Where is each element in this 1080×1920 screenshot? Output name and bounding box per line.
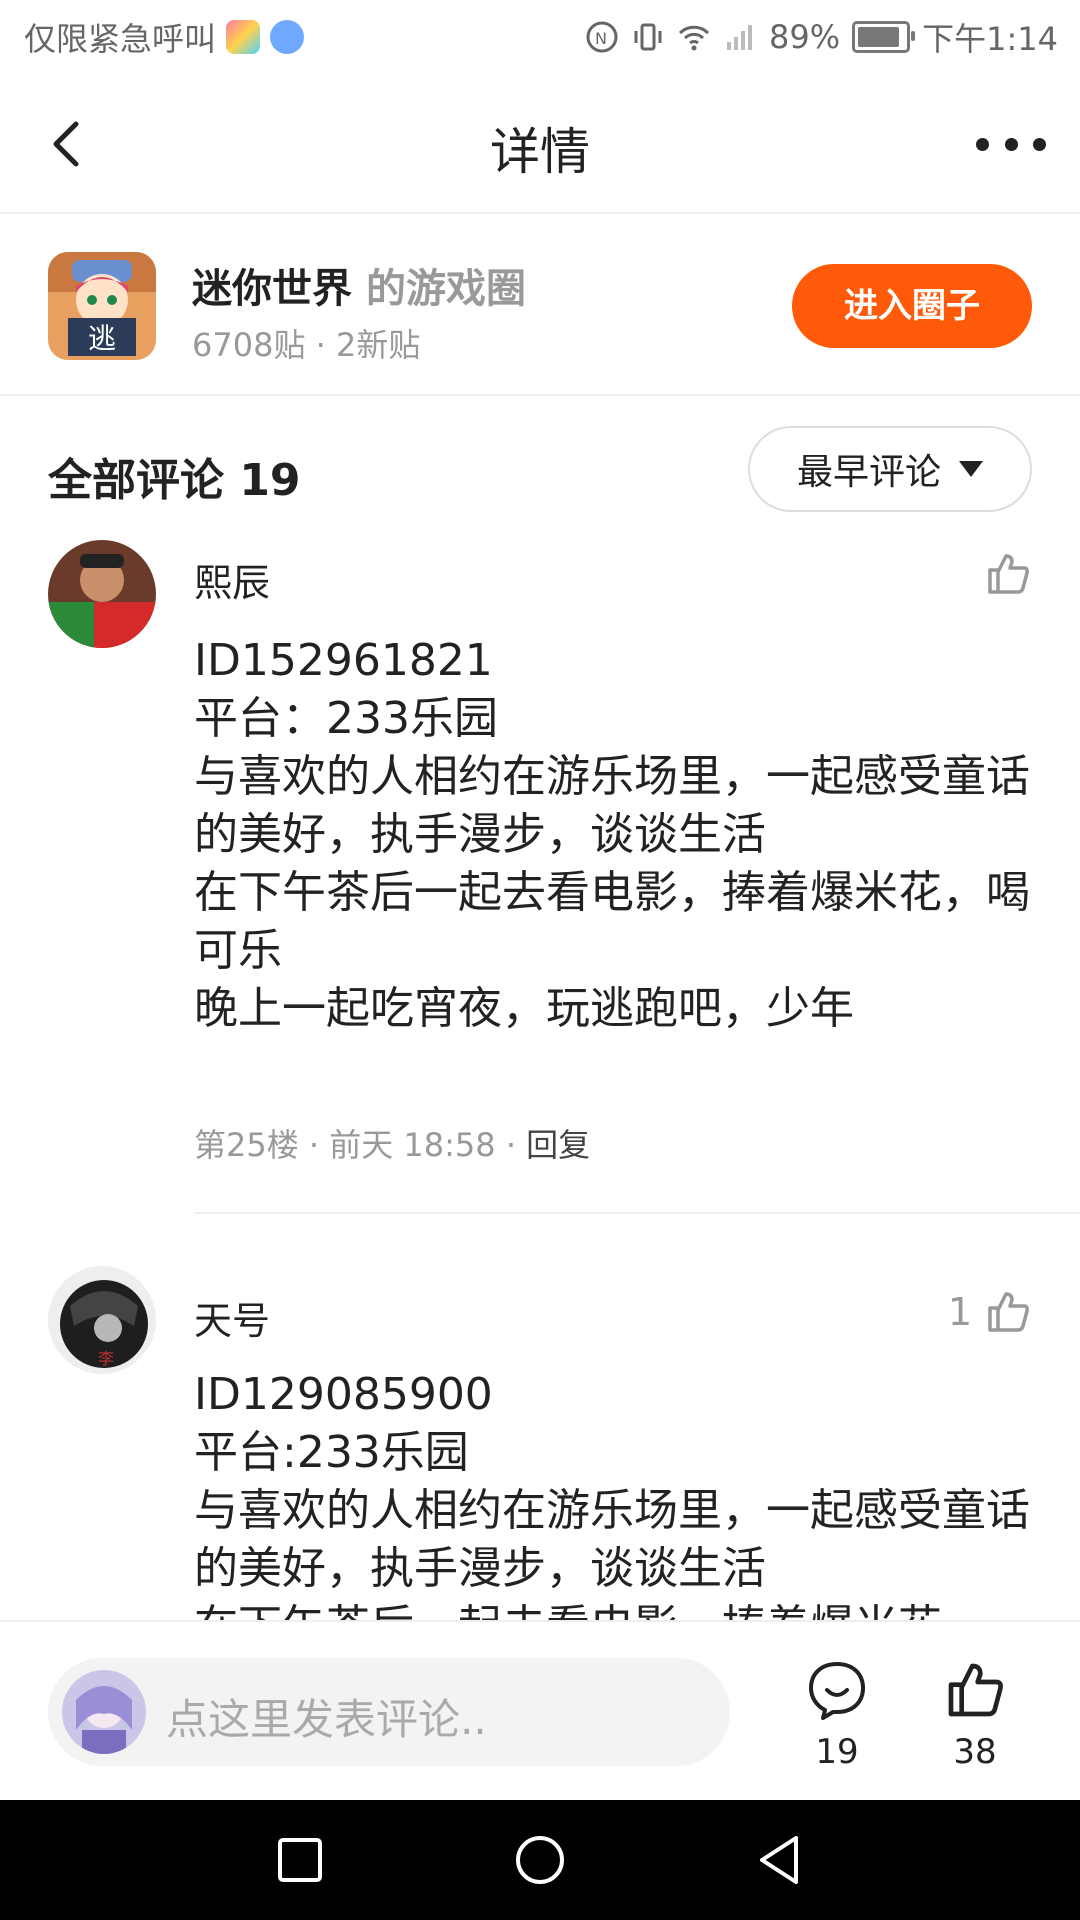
- thumbs-up-icon: [948, 1663, 1003, 1717]
- status-bar: 仅限紧急呼叫 N 89% 下午1:14: [0, 0, 1080, 76]
- wifi-icon: [678, 25, 710, 51]
- vibrate-icon: [634, 23, 662, 51]
- more-dots-icon[interactable]: [976, 124, 1046, 164]
- music-icon: [270, 20, 305, 54]
- game-name: 迷你世界: [192, 266, 352, 312]
- clock: 下午1:14: [922, 20, 1058, 58]
- comments-action[interactable]: 19: [792, 1658, 882, 1772]
- circle-title: 迷你世界 的游戏圈: [192, 256, 526, 314]
- comment-username[interactable]: 天号: [194, 1290, 270, 1345]
- comment-bar: 点这里发表评论.. 19 38: [0, 1620, 1080, 1802]
- comment-item: 熙辰 ID152961821 平台：233乐园 与喜欢的人相约在游乐场里，一起感…: [0, 540, 1080, 1214]
- thumbs-up-icon: [988, 554, 1029, 594]
- divider: [194, 1212, 1080, 1214]
- nfc-icon: N: [586, 21, 618, 53]
- floor-number: 第25楼: [194, 1126, 299, 1164]
- circle-stats: 6708贴 · 2新贴: [192, 326, 421, 364]
- system-nav-bar: [0, 1800, 1080, 1920]
- svg-text:N: N: [595, 29, 607, 48]
- thumbs-up-icon: [988, 1292, 1029, 1332]
- user-avatar: [62, 1670, 146, 1754]
- svg-text:李: 李: [98, 1349, 114, 1368]
- reply-link[interactable]: 回复: [526, 1126, 590, 1164]
- page-title: 详情: [490, 123, 590, 181]
- comment-time: 前天 18:58: [329, 1126, 496, 1164]
- like-button[interactable]: [972, 550, 1032, 598]
- status-right: N 89% 下午1:14: [585, 14, 1058, 60]
- avatar[interactable]: 李: [48, 1266, 156, 1374]
- all-comments-title: 全部评论 19: [48, 455, 301, 506]
- comment-input[interactable]: 点这里发表评论..: [48, 1658, 730, 1766]
- like-button[interactable]: 1: [948, 1288, 1032, 1336]
- home-circle-icon[interactable]: [510, 1830, 570, 1890]
- signal-icon: [727, 25, 752, 50]
- avatar[interactable]: [48, 540, 156, 648]
- comment-body: ID152961821 平台：233乐园 与喜欢的人相约在游乐场里，一起感受童话…: [194, 635, 1030, 1034]
- like-action[interactable]: 38: [930, 1658, 1020, 1772]
- nav-bar: 详情: [0, 76, 1080, 214]
- dropdown-arrow-icon: [959, 461, 983, 477]
- comment-body: ID129085900 平台:233乐园 与喜欢的人相约在游乐场里，一起感受童话…: [194, 1369, 1030, 1620]
- status-left: 仅限紧急呼叫: [24, 14, 305, 60]
- battery-percent: 89%: [769, 18, 841, 56]
- comment-bubble-icon: [809, 1662, 865, 1720]
- comment-item: 李 天号 1 ID129085900 平台:233乐园 与喜欢的人相约在游乐场里…: [0, 1266, 1080, 1620]
- sort-dropdown[interactable]: 最早评论: [748, 426, 1032, 512]
- game-circle-header: 逃 迷你世界 的游戏圈 6708贴 · 2新贴 进入圈子: [0, 214, 1080, 396]
- comment-count: 19: [815, 1732, 859, 1772]
- app-icon: [226, 20, 261, 54]
- comment-meta: 第25楼 · 前天 18:58 · 回复: [194, 1126, 591, 1164]
- game-icon[interactable]: 逃: [48, 252, 156, 360]
- comment-username[interactable]: 熙辰: [194, 552, 270, 607]
- sort-label: 最早评论: [796, 452, 941, 493]
- join-circle-button[interactable]: 进入圈子: [792, 264, 1032, 348]
- recents-square-icon[interactable]: [270, 1830, 330, 1890]
- comment-placeholder: 点这里发表评论..: [166, 1695, 487, 1744]
- circle-suffix: 的游戏圈: [366, 266, 526, 312]
- back-triangle-icon[interactable]: [750, 1830, 810, 1890]
- like-count: 1: [947, 1290, 972, 1334]
- svg-text:逃: 逃: [88, 322, 116, 355]
- like-total: 38: [953, 1732, 997, 1772]
- carrier-text: 仅限紧急呼叫: [24, 20, 217, 58]
- battery-icon: [852, 21, 916, 53]
